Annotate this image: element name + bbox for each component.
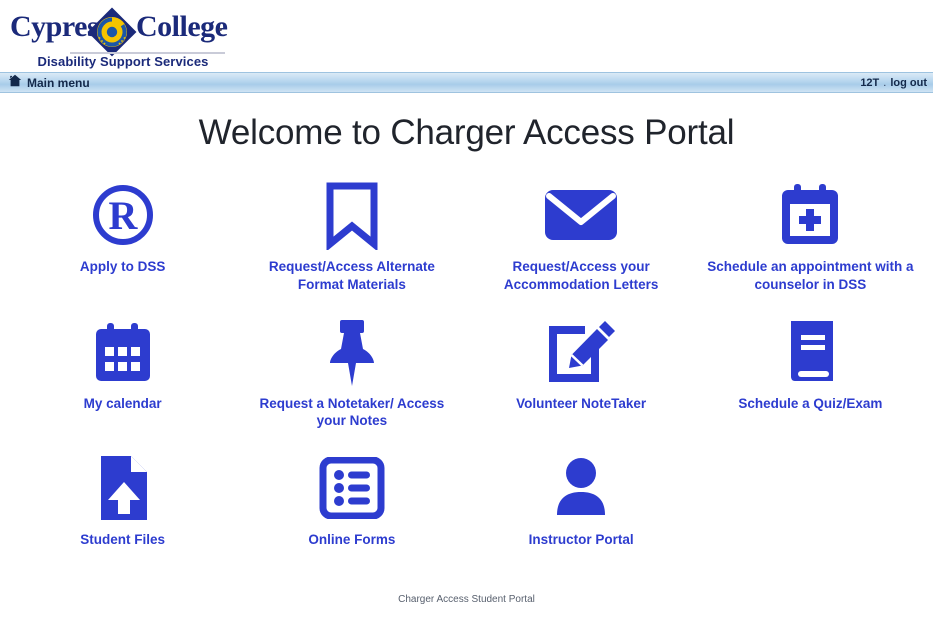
form-list-icon bbox=[319, 452, 385, 524]
brand-word-college: College bbox=[136, 10, 228, 43]
tile-apply-to-dss[interactable]: R Apply to DSS bbox=[8, 179, 237, 294]
tile-label: Schedule a Quiz/Exam bbox=[738, 395, 883, 411]
home-icon bbox=[8, 74, 22, 92]
nav-separator: . bbox=[883, 76, 887, 89]
tile-label: My calendar bbox=[83, 395, 162, 411]
tile-label: Online Forms bbox=[308, 532, 396, 548]
footer-text: Charger Access Student Portal bbox=[398, 594, 535, 605]
tile-request-notetaker[interactable]: Request a Notetaker/ Access your Notes bbox=[237, 316, 466, 431]
tile-label: Volunteer NoteTaker bbox=[516, 395, 647, 411]
tile-schedule-quiz-exam[interactable]: Schedule a Quiz/Exam bbox=[696, 316, 925, 431]
nav-right-group: 12T . log out bbox=[860, 77, 927, 89]
file-upload-icon bbox=[95, 452, 151, 524]
tile-volunteer-notetaker[interactable]: Volunteer NoteTaker bbox=[467, 316, 696, 431]
tile-student-files[interactable]: Student Files bbox=[8, 452, 237, 549]
cypress-college-diamond-logo-icon bbox=[86, 6, 138, 58]
tile-alternate-format-materials[interactable]: Request/Access Alternate Format Material… bbox=[237, 179, 466, 294]
tile-label: Instructor Portal bbox=[528, 532, 634, 548]
tile-my-calendar[interactable]: My calendar bbox=[8, 316, 237, 431]
brand-header: Cypress College Disability Support Servi… bbox=[0, 0, 933, 72]
header-dot bbox=[219, 28, 222, 31]
bookmark-icon bbox=[322, 179, 382, 251]
svg-text:R: R bbox=[108, 193, 138, 238]
main-menu-link[interactable]: Main menu bbox=[8, 74, 90, 92]
user-code: 12T bbox=[860, 76, 880, 89]
main-menu-label: Main menu bbox=[27, 75, 90, 90]
tile-label: Schedule an appointment with a counselor… bbox=[707, 259, 914, 292]
brand-tagline: Disability Support Services bbox=[37, 54, 209, 69]
tile-label: Apply to DSS bbox=[79, 259, 166, 274]
person-icon bbox=[551, 452, 611, 524]
tile-online-forms[interactable]: Online Forms bbox=[237, 452, 466, 549]
page-title: Welcome to Charger Access Portal bbox=[198, 113, 735, 152]
envelope-icon bbox=[543, 179, 619, 251]
portal-tile-grid: R Apply to DSS Request/Access Alternate … bbox=[0, 179, 933, 549]
calendar-plus-icon bbox=[778, 179, 842, 251]
cypress-college-logo: Cypress College Disability Support Servi… bbox=[8, 4, 238, 70]
tile-label: Request/Access Alternate Format Material… bbox=[268, 259, 435, 292]
tile-label: Student Files bbox=[80, 532, 165, 548]
calendar-icon bbox=[93, 316, 153, 388]
book-icon bbox=[781, 316, 839, 388]
pushpin-icon bbox=[320, 316, 384, 388]
pencil-square-icon bbox=[547, 316, 616, 388]
tile-schedule-appointment[interactable]: Schedule an appointment with a counselor… bbox=[696, 179, 925, 294]
logout-link[interactable]: log out bbox=[890, 77, 927, 89]
tile-label: Request/Access your Accommodation Letter… bbox=[503, 259, 659, 292]
tile-accommodation-letters[interactable]: Request/Access your Accommodation Letter… bbox=[467, 179, 696, 294]
navigation-bar: Main menu 12T . log out bbox=[0, 72, 933, 93]
tile-label: Request a Notetaker/ Access your Notes bbox=[259, 395, 445, 429]
tile-instructor-portal[interactable]: Instructor Portal bbox=[467, 452, 696, 549]
registered-trademark-icon: R bbox=[91, 179, 155, 251]
